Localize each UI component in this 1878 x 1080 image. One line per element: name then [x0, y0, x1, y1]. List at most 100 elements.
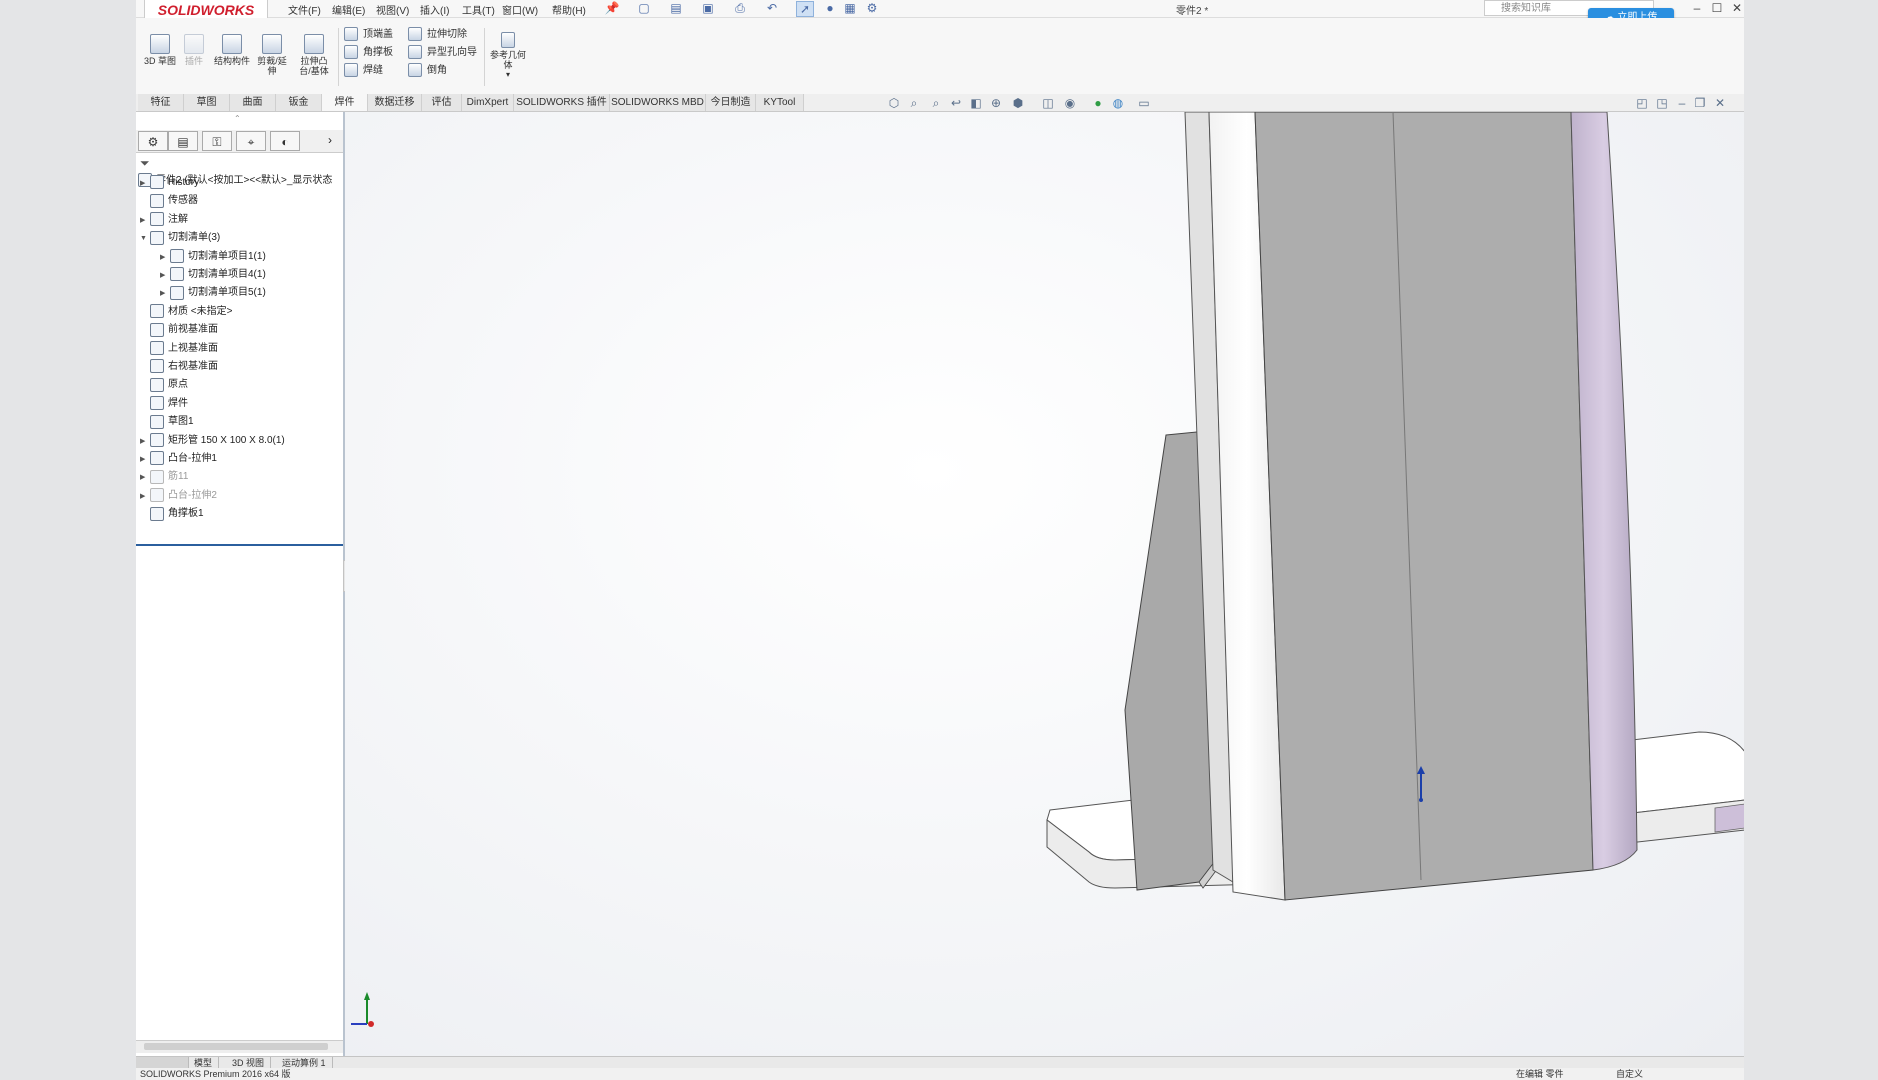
view-orient-dropdown-icon[interactable]: ⬢ — [1010, 96, 1026, 110]
tree-node[interactable]: 材质 <未指定> — [140, 303, 232, 321]
property-manager-tab-icon[interactable]: ▤ — [168, 131, 198, 151]
chevron-right-icon[interactable]: ▶ — [140, 175, 150, 193]
options-icon[interactable]: ⚙ — [864, 1, 880, 15]
section-view-icon[interactable]: ◧ — [968, 96, 984, 110]
plugin-button[interactable]: 插件 — [176, 34, 212, 66]
rollback-bar[interactable] — [136, 544, 343, 546]
previous-view-icon[interactable]: ↩ — [948, 96, 964, 110]
feature-tree-tab-icon[interactable]: ⚙ — [138, 131, 168, 151]
structural-member-button[interactable]: 结构构件 — [214, 34, 250, 66]
open-icon[interactable]: ▤ — [668, 1, 684, 15]
view-settings-icon[interactable]: ▭ — [1136, 96, 1152, 110]
split-vertical-icon[interactable]: ◳ — [1654, 96, 1670, 110]
menu-view[interactable]: 视图(V) — [376, 2, 409, 17]
filter-icon[interactable]: ⏷ — [140, 156, 150, 171]
tree-node[interactable]: ▼ 切割清单(3) — [140, 229, 220, 247]
display-manager-tab-icon[interactable]: ◐ — [270, 131, 300, 151]
rebuild-icon[interactable]: ● — [822, 1, 838, 15]
menu-edit[interactable]: 编辑(E) — [332, 2, 365, 17]
fm-scroll-thumb[interactable] — [144, 1043, 328, 1050]
tree-node[interactable]: 原点 — [140, 376, 188, 394]
tree-node[interactable]: ▶ 切割清单项目1(1) — [160, 248, 266, 266]
save-icon[interactable]: ▣ — [700, 1, 716, 15]
tree-node[interactable]: 焊件 — [140, 395, 188, 413]
weld-bead-button[interactable]: 焊缝 — [344, 62, 393, 80]
tree-node[interactable]: ▶ 切割清单项目4(1) — [160, 266, 266, 284]
tree-node[interactable]: 前视基准面 — [140, 321, 218, 339]
tree-node[interactable]: ▶ 矩形管 150 X 100 X 8.0(1) — [140, 432, 285, 450]
tree-node[interactable]: 角撑板1 — [140, 505, 204, 523]
tree-node[interactable]: 草图1 — [140, 413, 194, 431]
tree-node[interactable]: ▶ History — [140, 174, 199, 192]
panel-grip[interactable]: ⌃ — [234, 114, 241, 123]
chevron-right-icon[interactable]: ▶ — [140, 469, 150, 487]
tab-data-migration[interactable]: 数据迁移 — [368, 94, 422, 111]
tab-weldments[interactable]: 焊件 — [322, 94, 368, 111]
hole-wizard-button[interactable]: 异型孔向导 — [408, 44, 477, 62]
menu-file[interactable]: 文件(F) — [288, 2, 321, 17]
extrude-boss-button[interactable]: 拉伸凸台/基体 — [296, 34, 332, 76]
tab-surfaces[interactable]: 曲面 — [230, 94, 276, 111]
tree-node[interactable]: 传感器 — [140, 192, 198, 210]
tree-node[interactable]: 右视基准面 — [140, 358, 218, 376]
tab-sheetmetal[interactable]: 钣金 — [276, 94, 322, 111]
extruded-cut-button[interactable]: 拉伸切除 — [408, 26, 477, 44]
menu-window[interactable]: 窗口(W) — [502, 2, 538, 17]
sketch3d-button[interactable]: 3D 草图 — [142, 34, 178, 66]
gusset-button[interactable]: 角撑板 — [344, 44, 393, 62]
tree-node[interactable]: ▶ 凸台-拉伸1 — [140, 450, 217, 468]
configuration-manager-tab-icon[interactable]: ⚿ — [202, 131, 232, 151]
menu-insert[interactable]: 插入(I) — [420, 2, 449, 17]
chevron-right-icon[interactable]: ▶ — [140, 433, 150, 451]
dimxpert-manager-tab-icon[interactable]: ⌖ — [236, 131, 266, 151]
tab-dimxpert[interactable]: DimXpert — [462, 94, 514, 111]
new-document-icon[interactable]: ▢ — [636, 1, 652, 15]
appearance-icon[interactable]: ● — [1090, 96, 1106, 110]
doc-close-icon[interactable]: ✕ — [1712, 96, 1728, 110]
status-units[interactable]: 自定义 — [1616, 1068, 1643, 1080]
fm-horizontal-scrollbar[interactable] — [136, 1040, 343, 1053]
chevron-down-icon[interactable]: ▼ — [140, 230, 150, 248]
chevron-right-icon[interactable]: ▶ — [160, 249, 170, 267]
scene-icon[interactable]: ◍ — [1110, 96, 1126, 110]
chevron-right-icon[interactable]: ▶ — [160, 267, 170, 285]
chevron-right-icon[interactable]: ▶ — [140, 488, 150, 506]
tab-features[interactable]: 特征 — [138, 94, 184, 111]
file-properties-icon[interactable]: ▦ — [842, 1, 858, 15]
tree-node[interactable]: ▶ 切割清单项目5(1) — [160, 284, 266, 302]
select-icon[interactable]: ➚ — [796, 1, 814, 17]
undo-icon[interactable]: ↶ — [764, 1, 780, 15]
close-icon[interactable]: ✕ — [1728, 0, 1744, 16]
tab-sketch[interactable]: 草图 — [184, 94, 230, 111]
chevron-down-icon[interactable]: ▾ — [488, 70, 528, 80]
split-horizontal-icon[interactable]: ◰ — [1634, 96, 1650, 110]
chevron-right-icon[interactable]: ▶ — [140, 451, 150, 469]
tree-node[interactable]: ▶ 筋11 — [140, 468, 188, 486]
tab-sw-mbd[interactable]: SOLIDWORKS MBD — [610, 94, 706, 111]
hide-show-icon[interactable]: ◉ — [1062, 96, 1078, 110]
trim-extend-button[interactable]: 剪裁/延伸 — [254, 34, 290, 76]
reference-geometry-button[interactable]: 参考几何体 ▾ — [488, 32, 528, 80]
doc-minimize-icon[interactable]: – — [1674, 96, 1690, 110]
zoom-area-icon[interactable]: ⌕ — [928, 96, 944, 110]
tab-kytool[interactable]: KYTool — [756, 94, 804, 111]
tree-node[interactable]: ▶ 注解 — [140, 211, 188, 229]
chevron-right-icon[interactable]: ▶ — [160, 285, 170, 303]
chevron-right-icon[interactable]: › — [328, 133, 332, 147]
view-orientation-icon[interactable]: ⬡ — [886, 96, 902, 110]
tab-evaluate[interactable]: 评估 — [422, 94, 462, 111]
tab-mfg[interactable]: 今日制造 — [706, 94, 756, 111]
tree-node[interactable]: 上视基准面 — [140, 340, 218, 358]
menu-help[interactable]: 帮助(H) — [552, 2, 586, 17]
chevron-right-icon[interactable]: ▶ — [140, 212, 150, 230]
dynamic-annotation-icon[interactable]: ⊕ — [988, 96, 1004, 110]
doc-restore-icon[interactable]: ❐ — [1692, 96, 1708, 110]
minimize-icon[interactable]: – — [1688, 0, 1706, 16]
model-view[interactable] — [345, 112, 1744, 1056]
print-icon[interactable]: ⎙ — [732, 1, 748, 15]
menu-tools[interactable]: 工具(T) — [462, 2, 495, 17]
maximize-icon[interactable]: ☐ — [1708, 0, 1726, 16]
zoom-to-fit-icon[interactable]: ⌕ — [906, 96, 922, 110]
tree-node[interactable]: ▶ 凸台-拉伸2 — [140, 487, 217, 505]
end-cap-button[interactable]: 顶端盖 — [344, 26, 393, 44]
